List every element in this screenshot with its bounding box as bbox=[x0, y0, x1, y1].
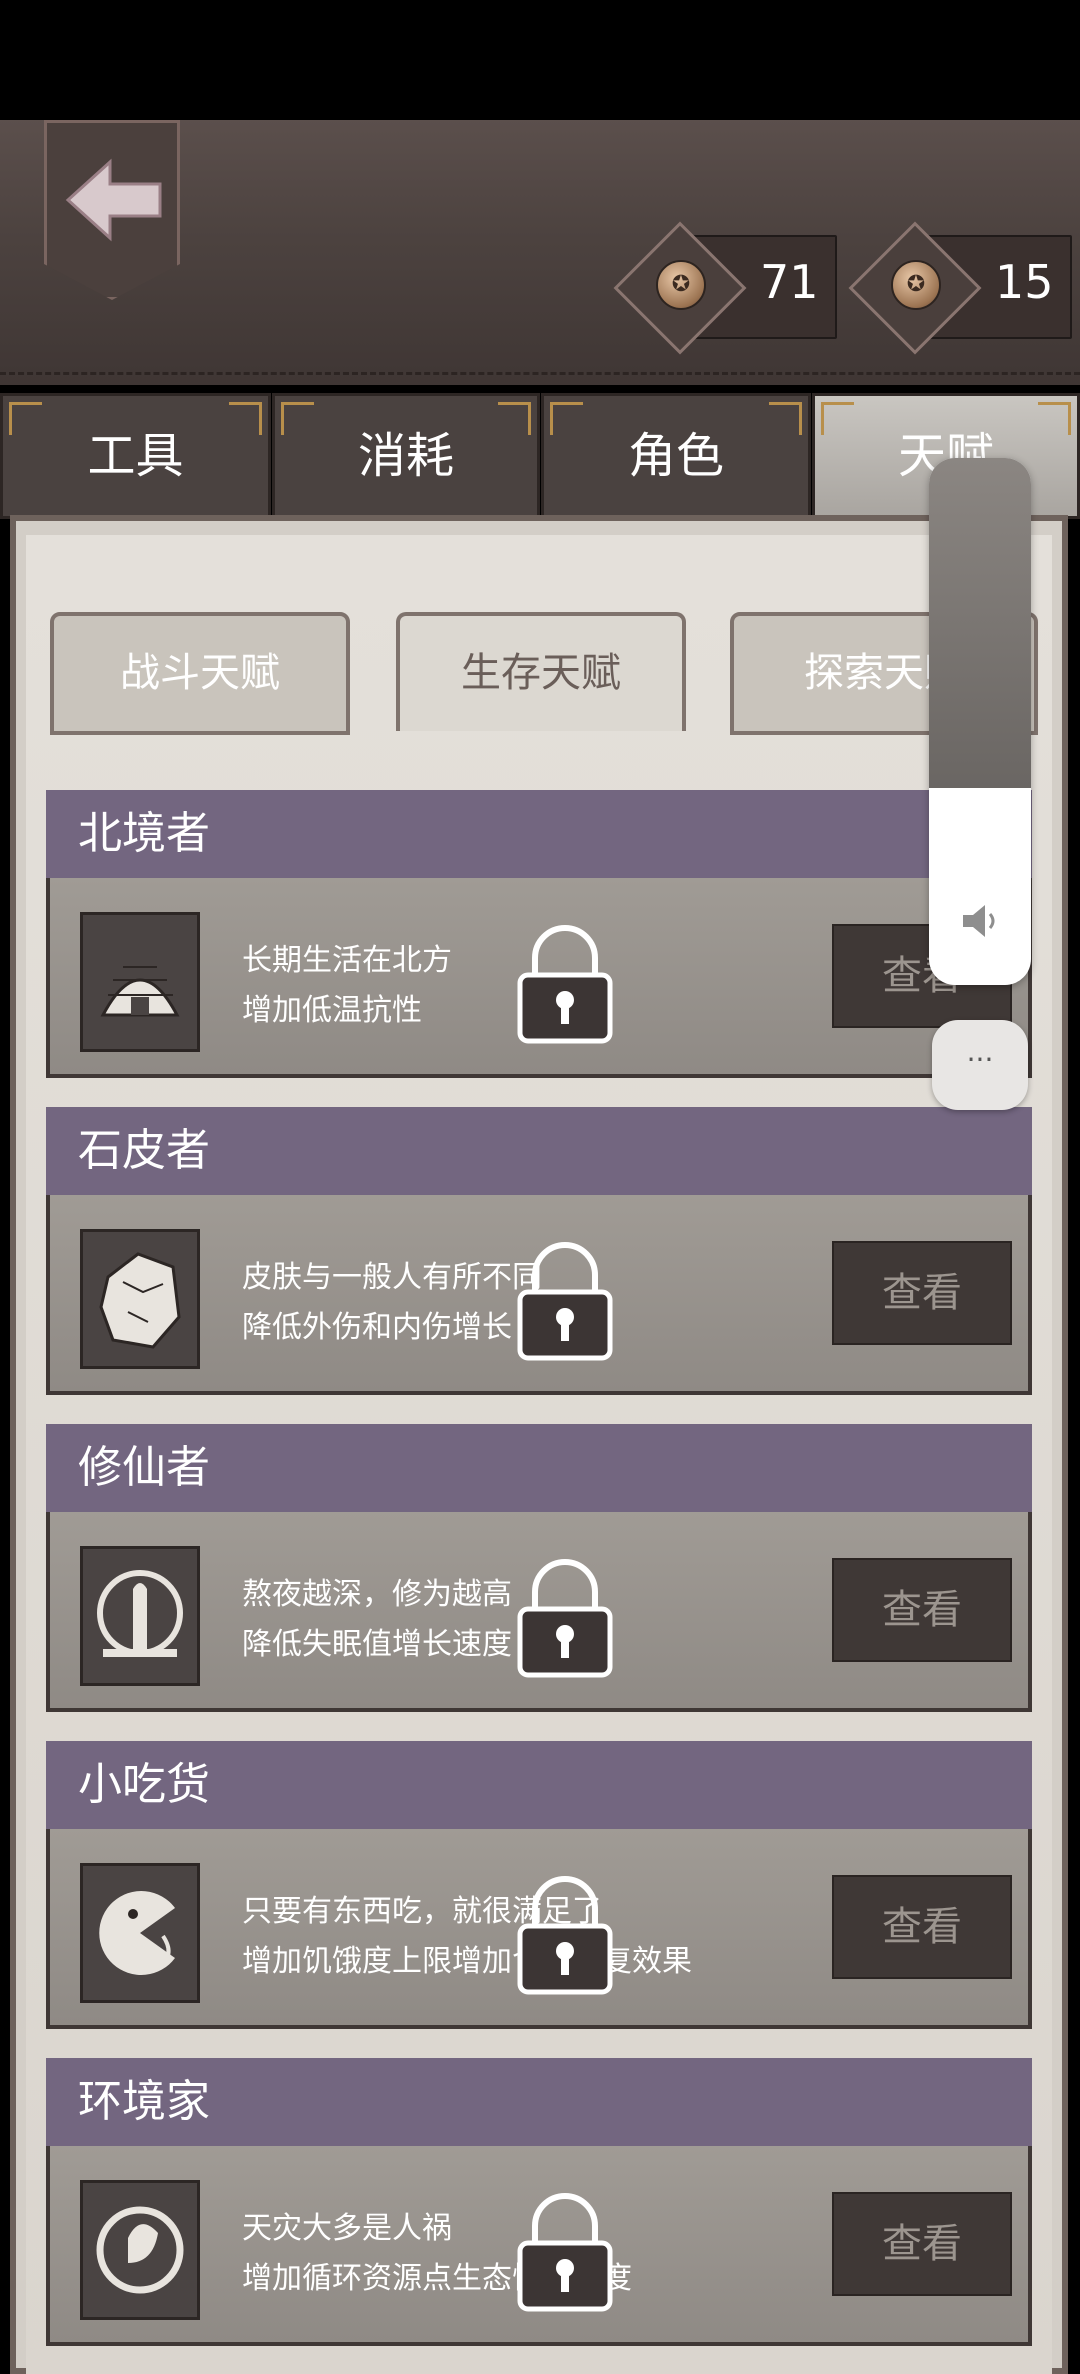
subtab-survival-label: 生存天赋 bbox=[461, 650, 621, 696]
stitch-divider bbox=[0, 372, 1080, 377]
leaf-cycle-icon bbox=[80, 2180, 200, 2320]
subtab-survival[interactable]: 生存天赋 bbox=[396, 612, 686, 731]
view-button[interactable]: 查看 bbox=[832, 1558, 1012, 1662]
view-button[interactable]: 查看 bbox=[832, 1241, 1012, 1345]
speaker-icon bbox=[963, 905, 995, 937]
currency-counter-1: ✪ 71 bbox=[613, 221, 840, 355]
talent-card: 修仙者 熬夜越深，修为越高 降低失眠值增长速度 查看 bbox=[46, 1424, 1032, 1724]
talent-card: 小吃货 只要有东西吃，就很满足了 增加饥饿度上限增加食物恢复效果 查看 bbox=[46, 1741, 1032, 2041]
coin-icon: ✪ bbox=[656, 260, 706, 310]
tab-consumables-label: 消耗 bbox=[357, 428, 454, 484]
pacman-icon bbox=[80, 1863, 200, 2003]
more-options-button[interactable]: ··· bbox=[932, 1020, 1028, 1110]
talent-card: 环境家 天灾大多是人祸 增加循环资源点生态恢复速度 查看 bbox=[46, 2058, 1032, 2358]
talent-name: 修仙者 bbox=[46, 1424, 1032, 1512]
view-button[interactable]: 查看 bbox=[832, 1875, 1012, 1979]
lock-icon bbox=[517, 1559, 613, 1678]
talent-name: 环境家 bbox=[46, 2058, 1032, 2146]
back-arrow-icon bbox=[65, 158, 162, 242]
coin-icon: ✪ bbox=[891, 260, 941, 310]
tab-characters-label: 角色 bbox=[627, 428, 724, 484]
lock-icon bbox=[517, 1876, 613, 1995]
talent-card: 北境者 长期生活在北方 增加低温抗性 查看 bbox=[46, 790, 1032, 1090]
lock-icon bbox=[517, 2193, 613, 2312]
tab-characters[interactable]: 角色 bbox=[541, 393, 811, 519]
back-button[interactable] bbox=[44, 120, 180, 300]
currency-value-2: 15 bbox=[995, 255, 1054, 309]
subtab-combat[interactable]: 战斗天赋 bbox=[50, 612, 350, 735]
currency-value-1: 71 bbox=[760, 255, 819, 309]
lock-icon bbox=[517, 1242, 613, 1361]
main-tabs: 工具 消耗 角色 天赋 bbox=[0, 393, 1080, 519]
talent-name: 北境者 bbox=[46, 790, 1032, 878]
praying-hands-icon bbox=[80, 1546, 200, 1686]
talent-card: 石皮者 皮肤与一般人有所不同 降低外伤和内伤增长 查看 bbox=[46, 1107, 1032, 1407]
talent-name: 小吃货 bbox=[46, 1741, 1032, 1829]
rock-icon bbox=[80, 1229, 200, 1369]
subtab-combat-label: 战斗天赋 bbox=[120, 650, 280, 696]
lock-icon bbox=[517, 925, 613, 1044]
tab-consumables[interactable]: 消耗 bbox=[272, 393, 540, 519]
talent-name: 石皮者 bbox=[46, 1107, 1032, 1195]
volume-slider[interactable] bbox=[929, 458, 1031, 985]
tab-tools-label: 工具 bbox=[87, 428, 184, 484]
view-button[interactable]: 查看 bbox=[832, 2192, 1012, 2296]
igloo-icon bbox=[80, 912, 200, 1052]
volume-level-fill bbox=[929, 458, 1031, 788]
currency-counter-2: ✪ 15 bbox=[848, 221, 1075, 355]
tab-tools[interactable]: 工具 bbox=[0, 393, 271, 519]
